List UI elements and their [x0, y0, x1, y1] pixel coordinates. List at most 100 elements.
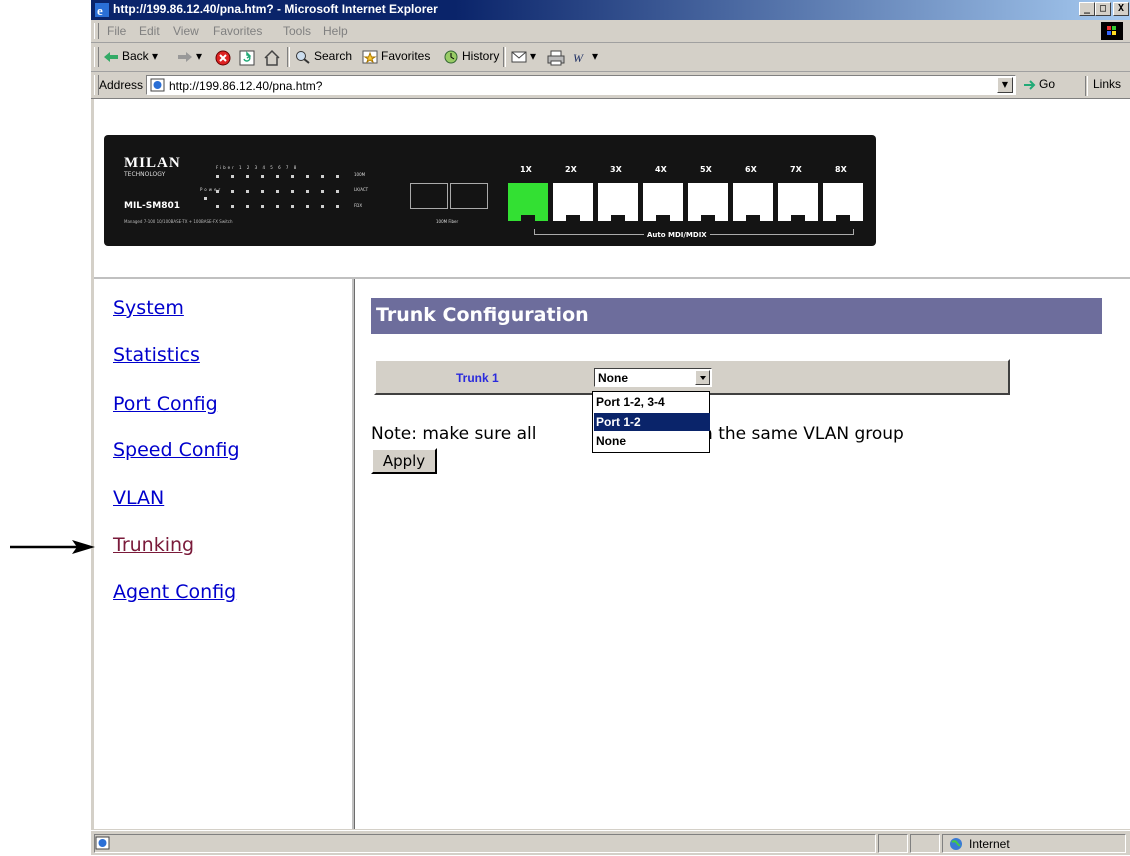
page-content: MILAN TECHNOLOGY MIL-SM801 Managed 7-100… — [94, 99, 1130, 829]
stop-icon[interactable] — [215, 50, 231, 66]
nav-link-port-config[interactable]: Port Config — [113, 393, 218, 415]
home-icon[interactable] — [263, 49, 281, 66]
status-led — [246, 175, 249, 178]
port-notch — [836, 215, 850, 221]
port-notch — [566, 215, 580, 221]
menu-favorites[interactable]: Favorites — [213, 24, 262, 38]
nav-link-agent-config[interactable]: Agent Config — [113, 581, 236, 603]
history-label: History — [462, 49, 500, 63]
window-title: http://199.86.12.40/pna.htm? - Microsoft… — [113, 2, 438, 16]
option-none[interactable]: None — [594, 432, 710, 450]
option-port-1-2[interactable]: Port 1-2 — [594, 413, 710, 431]
fiber-port — [410, 183, 448, 209]
rj45-port — [598, 183, 638, 221]
toolbar-separator — [287, 47, 290, 67]
trunk-select[interactable]: None — [594, 368, 712, 387]
status-led — [306, 175, 309, 178]
svg-text:W: W — [573, 51, 584, 64]
rj45-port — [778, 183, 818, 221]
status-led — [306, 205, 309, 208]
switch-brand-sub: TECHNOLOGY — [124, 171, 166, 178]
back-arrow-icon — [104, 51, 118, 62]
forward-arrow-icon — [178, 51, 192, 62]
port-notch — [746, 215, 760, 221]
chevron-down-icon[interactable] — [695, 370, 710, 385]
print-icon[interactable] — [547, 50, 565, 66]
menu-bar: File Edit View Favorites Tools Help — [91, 20, 1130, 43]
toolbar-separator — [503, 47, 506, 67]
trunk-config-table: Trunk 1 None — [374, 359, 1010, 395]
trunk-select-value: None — [598, 371, 628, 385]
status-led — [231, 190, 234, 193]
status-led — [261, 175, 264, 178]
rj45-port — [733, 183, 773, 221]
title-bar: e http://199.86.12.40/pna.htm? - Microso… — [91, 0, 1130, 20]
rj45-port — [553, 183, 593, 221]
option-port-1-2-3-4[interactable]: Port 1-2, 3-4 — [594, 393, 710, 411]
status-led — [216, 190, 219, 193]
go-button[interactable]: Go — [1023, 77, 1055, 91]
port-notch — [611, 215, 625, 221]
status-led — [321, 175, 324, 178]
back-button[interactable]: Back ▾ — [103, 49, 158, 64]
address-dropdown-button[interactable]: ▼ — [997, 77, 1013, 93]
status-led — [231, 205, 234, 208]
menu-grip — [94, 23, 99, 39]
menu-file[interactable]: File — [107, 24, 126, 38]
fiber-label: 100M Fiber — [436, 219, 459, 224]
port-label: 8X — [835, 165, 847, 174]
mail-button[interactable]: ▾ — [511, 49, 536, 64]
status-led — [261, 190, 264, 193]
trunk-dropdown-list: Port 1-2, 3-4 Port 1-2 None — [592, 391, 710, 453]
status-led — [291, 190, 294, 193]
edit-button[interactable]: W ▾ — [573, 49, 598, 64]
refresh-icon[interactable] — [239, 50, 255, 66]
port-label: 5X — [700, 165, 712, 174]
port-label: 1X — [520, 165, 532, 174]
close-button[interactable]: X — [1113, 2, 1129, 16]
status-led — [336, 190, 339, 193]
menu-help[interactable]: Help — [323, 24, 348, 38]
nav-link-vlan[interactable]: VLAN — [113, 487, 164, 509]
fiber-port — [450, 183, 488, 209]
search-label: Search — [314, 49, 353, 63]
led-row3-label: FDX — [354, 203, 363, 208]
rj45-port — [508, 183, 548, 221]
switch-brand: MILAN — [124, 155, 181, 171]
trunk-label: Trunk 1 — [456, 371, 499, 385]
nav-link-trunking[interactable]: Trunking — [113, 534, 194, 556]
left-nav-frame: System Statistics Port Config Speed Conf… — [94, 279, 355, 829]
apply-button[interactable]: Apply — [371, 448, 437, 474]
port-label: 6X — [745, 165, 757, 174]
menu-edit[interactable]: Edit — [139, 24, 160, 38]
rj45-port — [643, 183, 683, 221]
address-url: http://199.86.12.40/pna.htm? — [169, 79, 323, 93]
toolbar-separator — [1085, 76, 1088, 96]
zone-cell: Internet — [942, 834, 1126, 853]
nav-link-statistics[interactable]: Statistics — [113, 344, 200, 366]
forward-button[interactable]: ▾ — [177, 49, 202, 64]
power-led — [204, 197, 207, 200]
nav-link-system[interactable]: System — [113, 297, 184, 319]
page-icon — [150, 78, 165, 92]
status-message-cell — [94, 834, 876, 853]
menu-tools[interactable]: Tools — [283, 24, 311, 38]
minimize-button[interactable]: _ — [1079, 2, 1095, 16]
port-notch — [791, 215, 805, 221]
switch-model: MIL-SM801 — [124, 201, 180, 211]
history-button[interactable]: History — [443, 49, 499, 64]
status-led — [246, 205, 249, 208]
address-input[interactable]: http://199.86.12.40/pna.htm? ▼ — [146, 75, 1016, 95]
nav-link-speed-config[interactable]: Speed Config — [113, 439, 240, 461]
search-button[interactable]: Search — [295, 49, 352, 64]
menu-view[interactable]: View — [173, 24, 199, 38]
led-row2-label: LK/ACT — [354, 187, 369, 192]
links-button[interactable]: Links — [1093, 77, 1121, 91]
zone-label: Internet — [969, 837, 1010, 851]
favorites-button[interactable]: Favorites — [362, 49, 430, 64]
restore-button[interactable]: □ — [1095, 2, 1111, 16]
status-led — [291, 205, 294, 208]
main-frame: Trunk Configuration Trunk 1 None Port 1-… — [357, 279, 1130, 829]
status-cell — [910, 834, 940, 853]
go-arrow-icon — [1024, 80, 1036, 90]
